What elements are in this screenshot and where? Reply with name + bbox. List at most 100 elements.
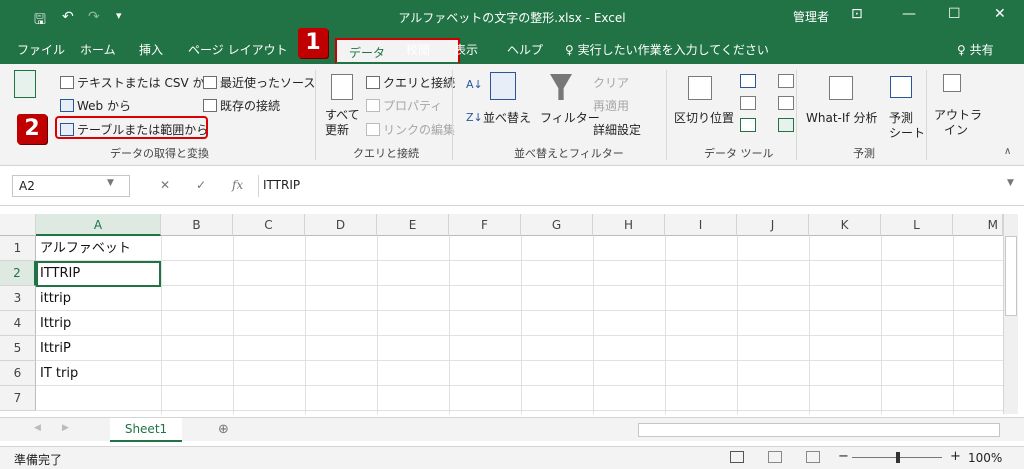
ribbon: テキストまたは CSV から 最近使ったソース Web から 既存の接続 テーブ…: [0, 64, 1024, 166]
excel-window: 🖫 ↶ ↷ ▾ アルファベットの文字の整形.xlsx - Excel 管理者 ⊡…: [0, 0, 1024, 469]
sheet-next-icon[interactable]: ▶: [62, 423, 69, 433]
cell-a6[interactable]: IT trip: [40, 361, 78, 386]
forecast-sheet-button-2[interactable]: シート: [889, 124, 925, 141]
zoom-slider-thumb[interactable]: [896, 452, 900, 463]
filter-button[interactable]: フィルター: [540, 109, 600, 126]
text-to-columns-button[interactable]: 区切り位置: [674, 109, 734, 126]
page-layout-view-icon[interactable]: [768, 451, 782, 463]
normal-view-icon[interactable]: [730, 451, 744, 463]
maximize-button[interactable]: ☐: [948, 6, 961, 22]
column-header-g[interactable]: G: [521, 214, 593, 236]
properties-button[interactable]: プロパティ: [366, 97, 442, 114]
scroll-thumb[interactable]: [1005, 236, 1017, 316]
sort-asc-icon[interactable]: A↓: [466, 78, 483, 91]
column-header-m[interactable]: M: [953, 214, 1003, 236]
horizontal-scrollbar[interactable]: [638, 423, 1000, 437]
recent-sources-button[interactable]: 最近使ったソース: [203, 74, 315, 91]
tell-me-search[interactable]: ♀ 実行したい作業を入力してください: [565, 41, 769, 58]
ribbon-display-icon[interactable]: ⊡: [851, 6, 863, 22]
row-header-6[interactable]: 6: [0, 361, 36, 386]
tab-file[interactable]: ファイル: [17, 41, 65, 58]
filter-icon[interactable]: [550, 74, 572, 100]
text-to-columns-icon[interactable]: [688, 76, 712, 100]
data-validation-icon[interactable]: [740, 118, 756, 132]
advanced-button[interactable]: 詳細設定: [593, 121, 641, 138]
flash-fill-icon[interactable]: [740, 74, 756, 88]
minimize-button[interactable]: —: [902, 6, 916, 22]
row-header-1[interactable]: 1: [0, 236, 36, 261]
sort-button[interactable]: 並べ替え: [483, 109, 531, 126]
page-break-view-icon[interactable]: [806, 451, 820, 463]
column-header-e[interactable]: E: [377, 214, 449, 236]
user-name[interactable]: 管理者: [793, 8, 829, 25]
zoom-in-button[interactable]: +: [950, 449, 961, 464]
close-button[interactable]: ✕: [994, 6, 1006, 22]
formula-input[interactable]: ITTRIP: [258, 175, 1010, 197]
separator: [926, 70, 927, 160]
edit-links-button[interactable]: リンクの編集: [366, 121, 455, 138]
cell-a5[interactable]: IttriP: [40, 336, 71, 361]
row-header-3[interactable]: 3: [0, 286, 36, 311]
row-header-4[interactable]: 4: [0, 311, 36, 336]
column-header-d[interactable]: D: [305, 214, 377, 236]
tab-data[interactable]: データ: [335, 38, 460, 64]
consolidate-icon[interactable]: [778, 74, 794, 88]
sort-desc-icon[interactable]: Z↓: [466, 111, 483, 124]
row-header-2[interactable]: 2: [0, 261, 36, 286]
relationships-icon[interactable]: [778, 96, 794, 110]
column-header-k[interactable]: K: [809, 214, 881, 236]
enter-icon[interactable]: ✓: [196, 178, 206, 192]
column-header-i[interactable]: I: [665, 214, 737, 236]
data-model-icon[interactable]: [778, 118, 794, 132]
expand-formula-icon[interactable]: ▼: [1007, 178, 1014, 188]
share-button[interactable]: ♀ 共有: [957, 41, 994, 58]
tab-insert[interactable]: 挿入: [139, 41, 163, 58]
refresh-all-icon[interactable]: [331, 74, 353, 100]
remove-duplicates-icon[interactable]: [740, 96, 756, 110]
column-header-h[interactable]: H: [593, 214, 665, 236]
zoom-level[interactable]: 100%: [968, 451, 1002, 465]
web-button[interactable]: Web から: [60, 97, 131, 114]
cell-a3[interactable]: ittrip: [40, 286, 71, 311]
what-if-icon[interactable]: [829, 76, 853, 100]
what-if-button[interactable]: What-If 分析: [806, 109, 877, 126]
table-row: [36, 311, 1003, 336]
tab-page-layout[interactable]: ページ レイアウト: [188, 41, 288, 58]
column-header-l[interactable]: L: [881, 214, 953, 236]
tab-view[interactable]: 表示: [454, 41, 478, 58]
cancel-icon[interactable]: ✕: [160, 178, 170, 192]
tab-help[interactable]: ヘルプ: [507, 41, 543, 58]
step-badge-1: 1: [298, 28, 328, 58]
forecast-sheet-icon[interactable]: [890, 76, 912, 98]
clear-button[interactable]: クリア: [593, 74, 629, 91]
cell-a1[interactable]: アルファベット: [40, 236, 131, 261]
text-csv-button[interactable]: テキストまたは CSV から: [60, 74, 216, 91]
tab-home[interactable]: ホーム: [80, 41, 116, 58]
insert-function-icon[interactable]: fx: [232, 178, 243, 192]
outline-button-2[interactable]: イン: [944, 121, 968, 138]
sheet-tab-sheet1[interactable]: Sheet1: [110, 418, 182, 442]
queries-connections-button[interactable]: クエリと接続: [366, 74, 455, 91]
vertical-scrollbar[interactable]: [1003, 214, 1018, 414]
cell-a4[interactable]: Ittrip: [40, 311, 71, 336]
column-header-b[interactable]: B: [161, 214, 233, 236]
tab-review[interactable]: 校閲: [406, 41, 430, 58]
refresh-all-label-2[interactable]: 更新: [325, 121, 349, 138]
zoom-out-button[interactable]: −: [838, 449, 849, 464]
sheet-prev-icon[interactable]: ◀: [34, 423, 41, 433]
add-sheet-icon[interactable]: ⊕: [218, 422, 229, 437]
name-box-dropdown-icon[interactable]: ▼: [107, 178, 114, 188]
outline-icon[interactable]: [943, 74, 961, 92]
column-header-j[interactable]: J: [737, 214, 809, 236]
get-data-icon[interactable]: [14, 70, 36, 98]
collapse-ribbon-icon[interactable]: ∧: [1004, 146, 1011, 157]
row-header-5[interactable]: 5: [0, 336, 36, 361]
row-header-7[interactable]: 7: [0, 386, 36, 411]
column-header-a[interactable]: A: [36, 214, 161, 236]
sort-dialog-icon[interactable]: [490, 72, 516, 100]
existing-connections-button[interactable]: 既存の接続: [203, 97, 280, 114]
select-all-corner[interactable]: [0, 214, 36, 236]
column-header-c[interactable]: C: [233, 214, 305, 236]
reapply-button[interactable]: 再適用: [593, 97, 629, 114]
column-header-f[interactable]: F: [449, 214, 521, 236]
